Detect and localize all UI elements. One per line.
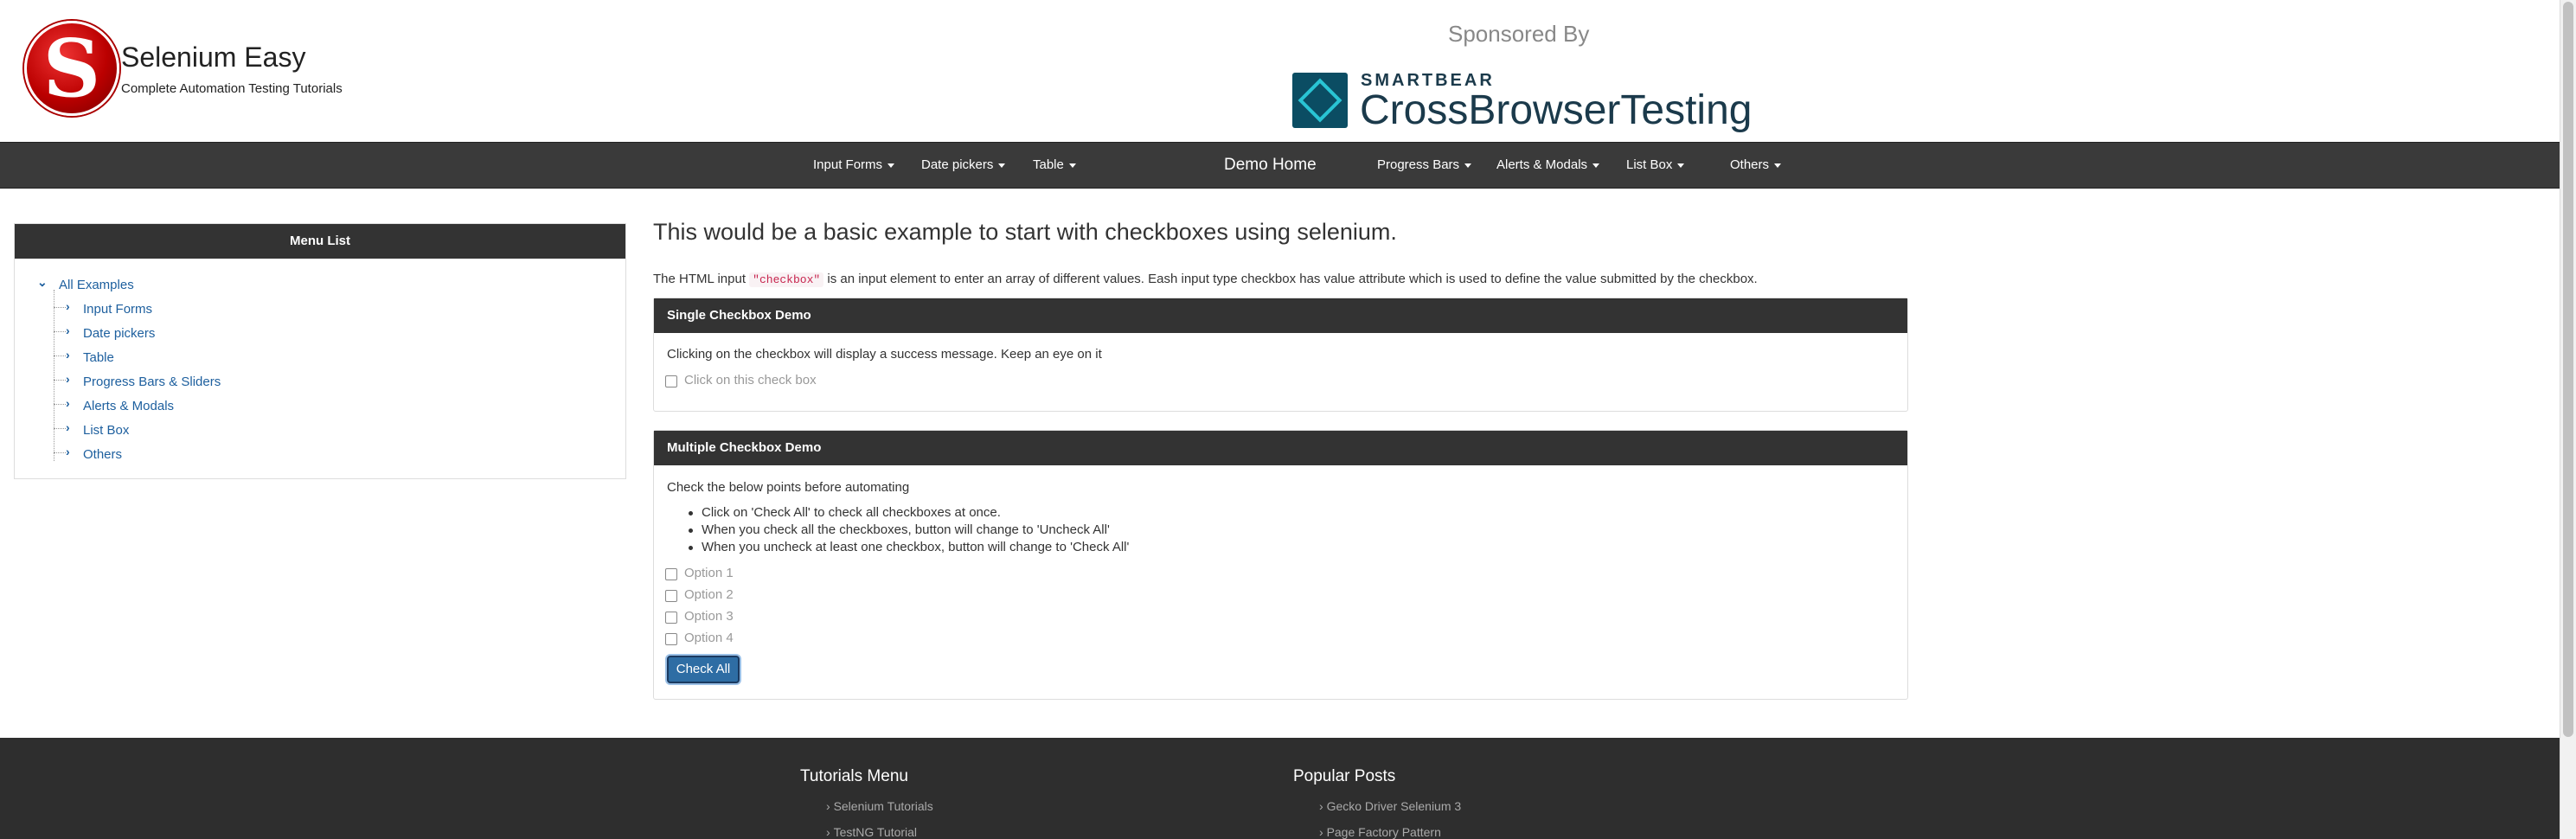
multi-panel-description: Check the below points before automating (667, 480, 910, 495)
footer-link-label: TestNG Tutorial (833, 825, 918, 839)
chevron-right-icon[interactable]: › (66, 323, 70, 337)
bullet-point (689, 546, 693, 550)
bullet-point (689, 511, 693, 516)
instruction-item: When you uncheck at least one checkbox, … (702, 540, 1130, 554)
option-1-label[interactable]: Option 1 (684, 566, 734, 580)
tree-line (54, 452, 66, 453)
instruction-item: When you check all the checkboxes, butto… (702, 522, 1110, 537)
nav-alerts-modals[interactable]: Alerts & Modals (1496, 143, 1600, 188)
caret-down-icon (998, 163, 1006, 168)
nav-label: Table (1033, 157, 1064, 172)
footer: Tutorials Menu › Selenium Tutorials › Te… (0, 738, 2560, 839)
tree-item-all-examples[interactable]: All Examples (59, 278, 134, 292)
tree-line (54, 428, 66, 429)
option-3-checkbox[interactable] (665, 612, 677, 624)
scrollbar-thumb[interactable] (2563, 2, 2573, 737)
caret-down-icon (1068, 163, 1076, 168)
intro-text-end: is an input element to enter an array of… (827, 272, 1758, 286)
vertical-scrollbar[interactable] (2560, 0, 2576, 839)
tree-line (54, 380, 66, 381)
caret-down-icon (1677, 163, 1685, 168)
chevron-right-icon[interactable]: › (66, 396, 70, 410)
bullet-point (689, 528, 693, 533)
tree-item-progress-bars-sliders[interactable]: Progress Bars & Sliders (83, 375, 221, 389)
check-all-button[interactable]: Check All (667, 656, 740, 683)
nav-date-pickers[interactable]: Date pickers (921, 143, 1006, 188)
tree-item-list-box[interactable]: List Box (83, 423, 129, 438)
selenium-easy-logo[interactable]: S (24, 21, 119, 116)
nav-label: Others (1730, 157, 1770, 172)
nav-label: Input Forms (813, 157, 883, 172)
chevron-right-icon[interactable]: › (66, 372, 70, 386)
option-4-label[interactable]: Option 4 (684, 631, 734, 645)
caret-down-icon (1592, 163, 1600, 168)
footer-link[interactable]: › TestNG Tutorial (826, 825, 917, 839)
intro-text-start: The HTML input (653, 272, 746, 286)
single-panel-description: Clicking on the checkbox will display a … (667, 347, 1102, 362)
intro-text: The HTML input "checkbox" is an input el… (653, 272, 1758, 287)
crossbrowsertesting-logo-icon[interactable] (1292, 73, 1348, 128)
chevron-right-icon[interactable]: › (66, 348, 70, 362)
nav-others[interactable]: Others (1730, 143, 1782, 188)
page-heading: This would be a basic example to start w… (653, 219, 1397, 245)
nav-label: Date pickers (921, 157, 994, 172)
nav-label: List Box (1626, 157, 1673, 172)
caret-down-icon (1464, 163, 1472, 168)
page: S Selenium Easy Complete Automation Test… (0, 0, 2560, 839)
footer-tutorials-title: Tutorials Menu (800, 767, 908, 785)
brand-subtitle: Complete Automation Testing Tutorials (121, 81, 343, 96)
footer-link-label: Selenium Tutorials (833, 799, 933, 813)
tree-item-input-forms[interactable]: Input Forms (83, 302, 152, 317)
single-checkbox-label[interactable]: Click on this check box (684, 373, 817, 387)
option-3-label[interactable]: Option 3 (684, 609, 734, 624)
footer-link[interactable]: › Selenium Tutorials (826, 799, 933, 813)
option-2-checkbox[interactable] (665, 590, 677, 602)
option-4-checkbox[interactable] (665, 633, 677, 645)
nav-input-forms[interactable]: Input Forms (813, 143, 895, 188)
footer-popular-posts-title: Popular Posts (1293, 767, 1396, 785)
intro-code: "checkbox" (749, 272, 824, 287)
single-checkbox[interactable] (665, 375, 677, 387)
caret-down-icon (888, 163, 895, 168)
nav-label: Progress Bars (1377, 157, 1460, 172)
nav-demo-home[interactable]: Demo Home (1224, 143, 1317, 188)
nav-progress-bars[interactable]: Progress Bars (1377, 143, 1472, 188)
chevron-right-icon[interactable]: › (66, 445, 70, 458)
nav-table[interactable]: Table (1033, 143, 1076, 188)
chevron-right-icon[interactable]: › (66, 299, 70, 313)
chevron-down-icon[interactable]: ⌄ (37, 275, 48, 290)
panel-title: Single Checkbox Demo (654, 298, 1907, 333)
tree-line (54, 355, 66, 356)
footer-link-label: Page Factory Pattern (1326, 825, 1441, 839)
nav-list-box[interactable]: List Box (1626, 143, 1685, 188)
brand-title[interactable]: Selenium Easy (121, 42, 305, 74)
multiple-checkbox-panel: Multiple Checkbox Demo (653, 430, 1908, 700)
instruction-item: Click on 'Check All' to check all checkb… (702, 505, 1001, 520)
sidebar-title: Menu List (15, 224, 625, 259)
footer-link[interactable]: › Page Factory Pattern (1319, 825, 1441, 839)
tree-item-alerts-modals[interactable]: Alerts & Modals (83, 399, 174, 413)
menu-list-sidebar: Menu List ⌄ All Examples › Input Forms ›… (14, 223, 626, 479)
panel-title: Multiple Checkbox Demo (654, 431, 1907, 465)
tree-item-date-pickers[interactable]: Date pickers (83, 326, 155, 341)
chevron-right-icon[interactable]: › (66, 420, 70, 434)
sponsored-by-label: Sponsored By (1448, 21, 1590, 47)
nav-label: Alerts & Modals (1496, 157, 1588, 172)
sponsor-product-name[interactable]: CrossBrowserTesting (1360, 86, 1752, 134)
option-1-checkbox[interactable] (665, 568, 677, 580)
caret-down-icon (1774, 163, 1782, 168)
footer-link-label: Gecko Driver Selenium 3 (1326, 799, 1462, 813)
footer-link[interactable]: › Gecko Driver Selenium 3 (1319, 799, 1461, 813)
main-navbar: Input Forms Date pickers Table Demo Home… (0, 142, 2560, 189)
tree-line (54, 404, 66, 405)
tree-item-others[interactable]: Others (83, 447, 122, 462)
tree-item-table[interactable]: Table (83, 350, 114, 365)
tree-line (54, 307, 66, 308)
tree-line (54, 331, 66, 332)
logo-letter: S (42, 22, 101, 115)
option-2-label[interactable]: Option 2 (684, 587, 734, 602)
